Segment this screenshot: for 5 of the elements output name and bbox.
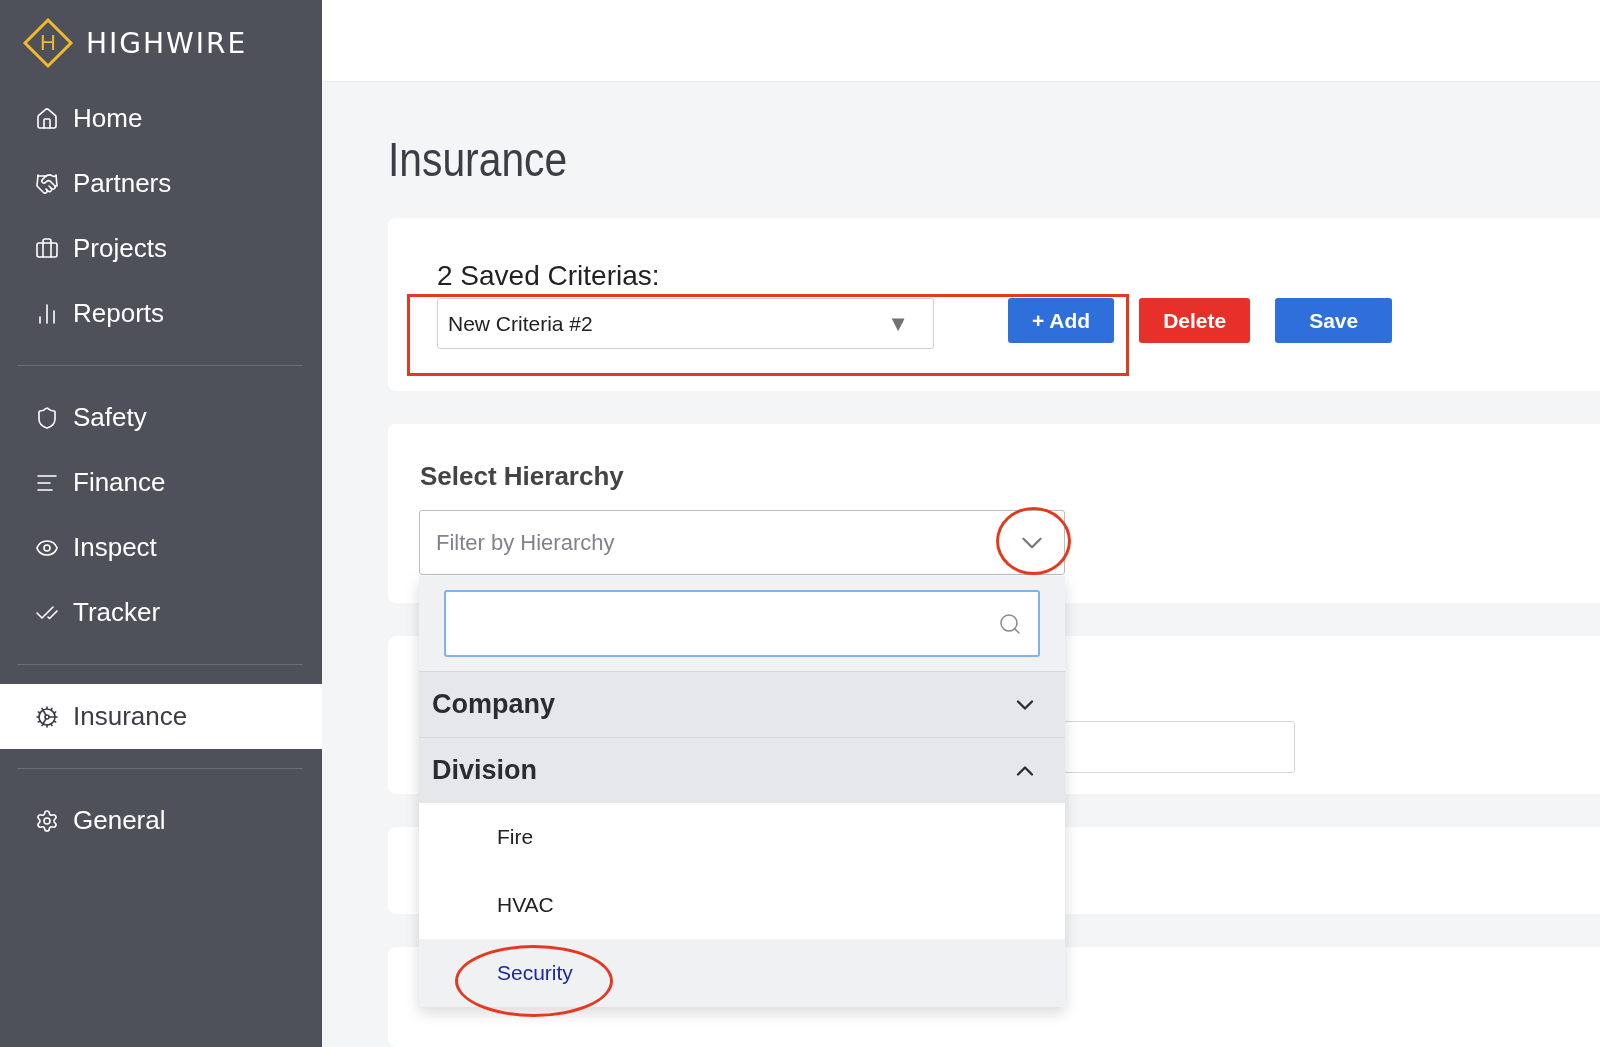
criteria-heading: 2 Saved Criterias: <box>436 259 661 292</box>
hierarchy-heading: Select Hierarchy <box>419 460 625 492</box>
logo-name: HIGHWIRE <box>86 26 248 60</box>
page-title: Insurance <box>388 132 569 187</box>
logo-letter: H <box>40 32 56 54</box>
